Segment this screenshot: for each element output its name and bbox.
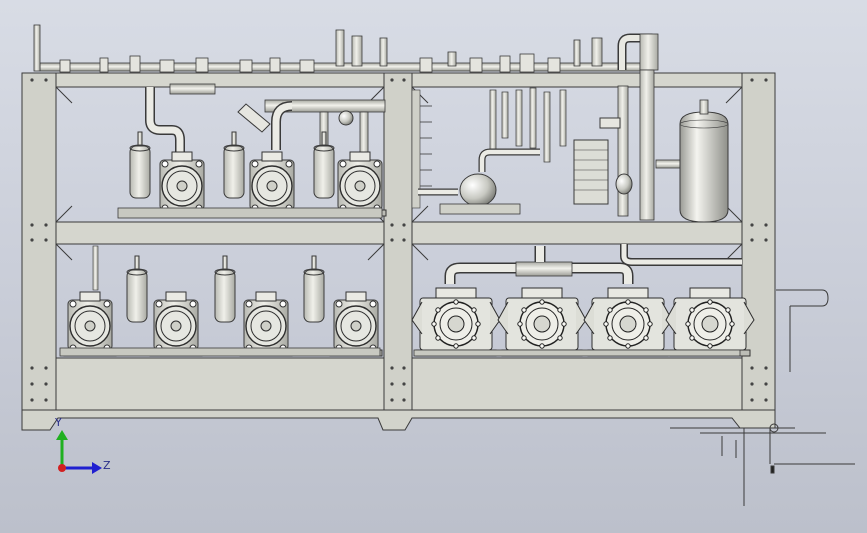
frame-structure xyxy=(21,72,776,431)
vertical-receiver-tank xyxy=(679,99,729,223)
triad-y-label: Y xyxy=(55,416,62,429)
orientation-triad xyxy=(56,430,102,474)
triad-z-label: Z xyxy=(103,459,111,472)
upper-right-equipment xyxy=(411,69,729,223)
lower-right-compressor-bank xyxy=(411,244,755,357)
lower-left-compressor-bank xyxy=(59,245,383,357)
cad-model-view[interactable] xyxy=(0,0,867,533)
upper-left-compressor-bank xyxy=(117,83,387,219)
triad-x-axis xyxy=(58,464,66,472)
top-piping-header xyxy=(33,24,659,73)
graphics-viewport[interactable]: Y Z xyxy=(0,0,867,533)
